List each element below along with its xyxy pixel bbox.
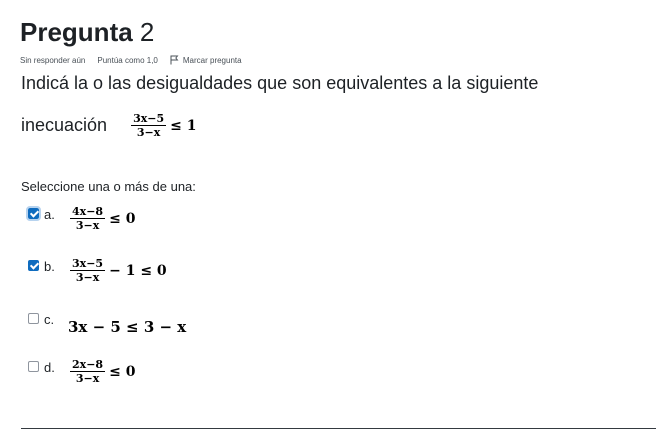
- main-inequation: 3x−5 3−x ≤ 1: [129, 112, 197, 139]
- option-c-letter: c.: [44, 312, 55, 327]
- main-fraction: 3x−5 3−x: [131, 112, 167, 139]
- answer-prompt: Seleccione una o más de una:: [21, 179, 196, 194]
- question-status: Sin responder aún: [20, 55, 86, 65]
- option-b-checkbox[interactable]: [28, 260, 39, 271]
- answer-option-a[interactable]: a. 4x−8 3−x ≤ 0: [26, 205, 135, 232]
- question-text-line2: inecuación 3x−5 3−x ≤ 1: [21, 112, 197, 139]
- option-a-checkbox[interactable]: [26, 206, 41, 221]
- main-denominator: 3−x: [136, 126, 161, 139]
- main-relation: ≤ 1: [170, 117, 197, 134]
- option-a-expression: 4x−8 3−x ≤ 0: [68, 205, 135, 232]
- divider: [21, 428, 656, 429]
- option-a-letter: a.: [44, 207, 55, 222]
- option-d-relation: ≤ 0: [109, 363, 136, 380]
- option-c-checkbox[interactable]: [28, 313, 39, 324]
- option-b-numerator: 3x−5: [70, 257, 106, 271]
- main-numerator: 3x−5: [131, 112, 167, 126]
- question-number: 2: [139, 17, 155, 47]
- option-b-letter: b.: [44, 259, 55, 274]
- option-b-fraction: 3x−5 3−x: [70, 257, 106, 284]
- option-a-numerator: 4x−8: [70, 205, 106, 219]
- question-info: Sin responder aún Puntúa como 1,0 Marcar…: [20, 55, 254, 65]
- option-a-relation: ≤ 0: [109, 210, 136, 227]
- flag-question-link[interactable]: Marcar pregunta: [170, 55, 242, 65]
- question-label: Pregunta: [20, 17, 133, 47]
- option-d-letter: d.: [44, 360, 55, 375]
- flag-label: Marcar pregunta: [182, 55, 242, 65]
- option-d-numerator: 2x−8: [70, 358, 106, 372]
- option-d-expression: 2x−8 3−x ≤ 0: [68, 358, 135, 385]
- option-b-expression: 3x−5 3−x − 1 ≤ 0: [68, 257, 167, 284]
- option-b-denominator: 3−x: [75, 271, 100, 284]
- answer-option-d[interactable]: d. 2x−8 3−x ≤ 0: [28, 358, 135, 385]
- flag-icon: [170, 55, 179, 65]
- question-grade: Puntúa como 1,0: [97, 55, 158, 65]
- option-a-denominator: 3−x: [75, 219, 100, 232]
- question-text-word: inecuación: [21, 115, 108, 135]
- answer-option-b[interactable]: b. 3x−5 3−x − 1 ≤ 0: [28, 257, 167, 284]
- option-d-checkbox[interactable]: [28, 361, 39, 372]
- option-b-relation: − 1 ≤ 0: [109, 262, 167, 279]
- question-text-line1: Indicá la o las desigualdades que son eq…: [21, 73, 539, 93]
- option-d-fraction: 2x−8 3−x: [70, 358, 106, 385]
- question-title: Pregunta 2: [20, 16, 154, 48]
- option-d-denominator: 3−x: [75, 372, 100, 385]
- option-a-fraction: 4x−8 3−x: [70, 205, 106, 232]
- option-c-expression: 3x − 5 ≤ 3 − x: [68, 318, 187, 336]
- answer-option-c[interactable]: c. 3x − 5 ≤ 3 − x: [28, 312, 186, 336]
